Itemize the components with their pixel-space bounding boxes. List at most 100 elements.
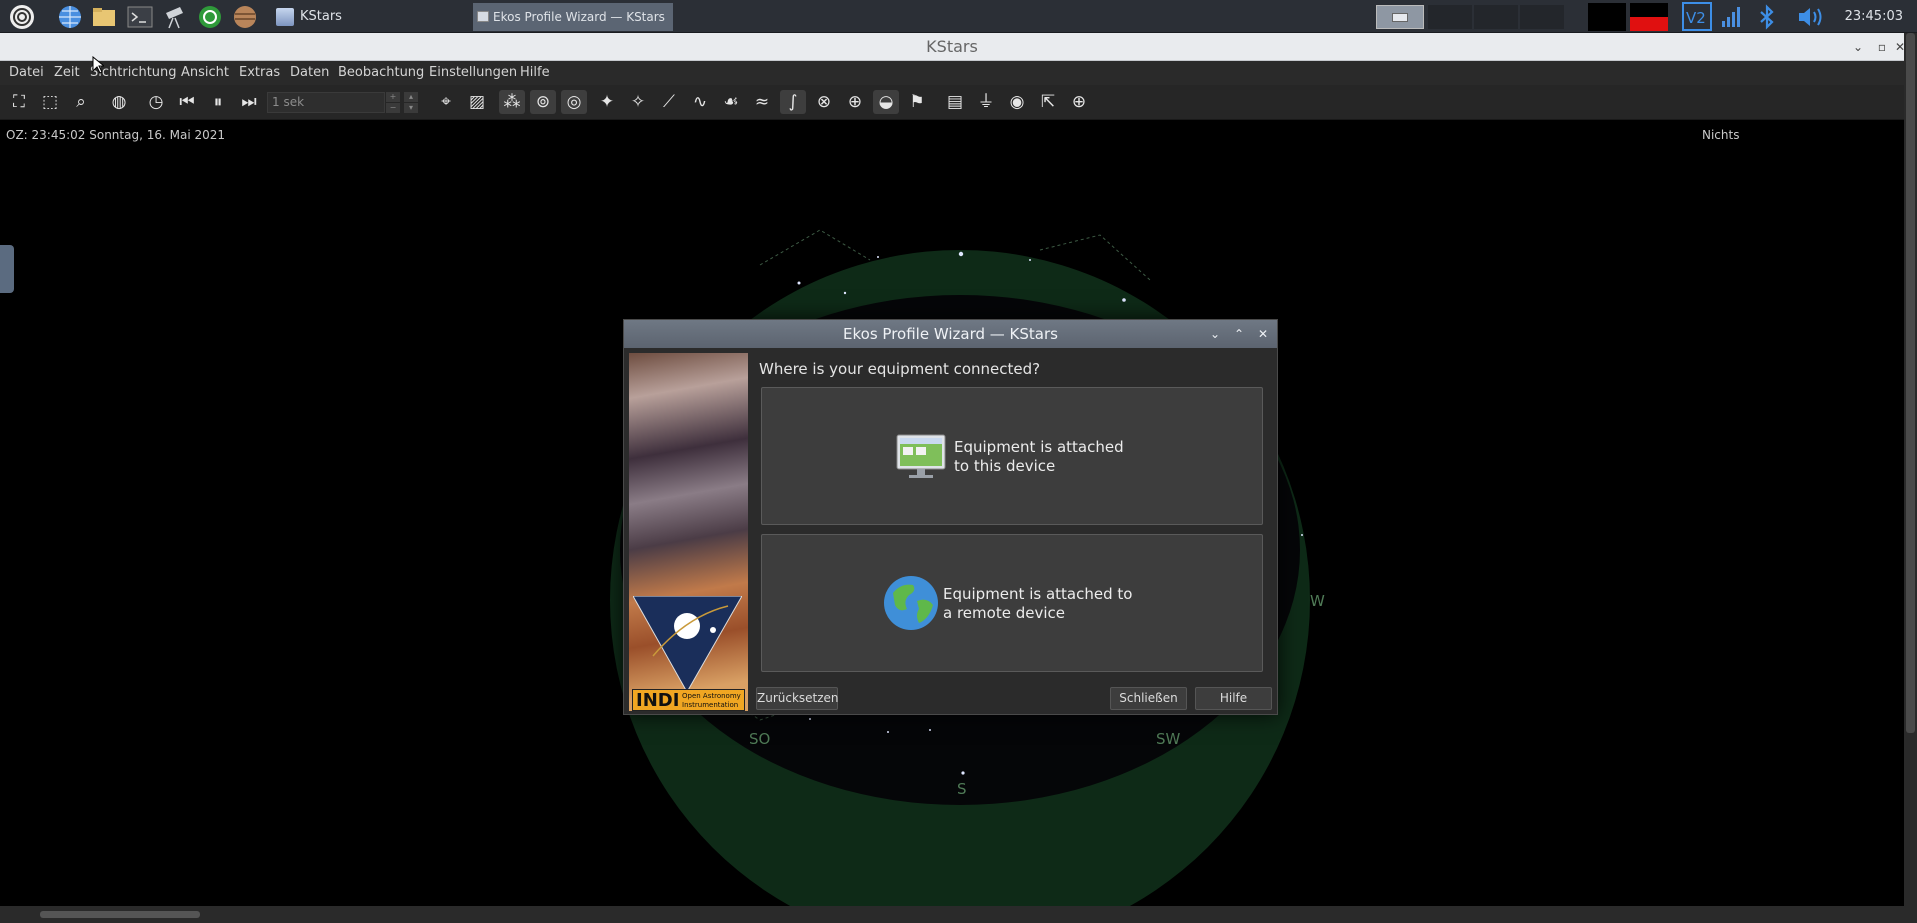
- minimize-button[interactable]: ⌄: [1848, 33, 1868, 61]
- crosshair-target-icon[interactable]: ⌖: [433, 90, 459, 114]
- step-forward-icon[interactable]: ⏭: [236, 90, 262, 114]
- star-sparkle-icon[interactable]: ✦: [594, 90, 620, 114]
- close-button[interactable]: Schließen: [1110, 687, 1187, 710]
- clock-icon[interactable]: ◷: [143, 90, 169, 114]
- constellation-names-icon[interactable]: ∿: [687, 90, 713, 114]
- ground-icon[interactable]: ◒: [873, 90, 899, 114]
- window-titlebar[interactable]: KStars ⌄ ▫ ✕: [0, 33, 1905, 61]
- menubar: Datei Zeit Sichtrichtung Ansicht Extras …: [0, 56, 1904, 85]
- window-icon: [477, 11, 489, 22]
- equipment-remote-label: Equipment is attached to a remote device: [943, 585, 1133, 622]
- dialog-minimize-icon[interactable]: ⌄: [1204, 320, 1226, 348]
- compass-southeast: SO: [749, 730, 771, 748]
- indi-logo-subtext: Open Astronomy Instrumentation: [682, 692, 741, 709]
- taskbar-task-label: Ekos Profile Wizard — KStars: [493, 10, 665, 24]
- equipment-local-button[interactable]: Equipment is attached to this device: [761, 387, 1263, 525]
- observation-log-icon[interactable]: ▤: [942, 90, 968, 114]
- menu-zeit[interactable]: Zeit: [54, 61, 80, 85]
- vnc-icon[interactable]: V2: [1682, 2, 1712, 31]
- pause-icon[interactable]: ⏸: [205, 90, 231, 114]
- menu-ansicht[interactable]: Ansicht: [181, 61, 229, 85]
- step-back-icon[interactable]: ⏮: [174, 90, 200, 114]
- equipment-local-label: Equipment is attached to this device: [954, 438, 1124, 475]
- milky-way-icon[interactable]: ∫: [780, 90, 806, 114]
- vertical-scrollbar[interactable]: [1904, 33, 1917, 923]
- menu-extras[interactable]: Extras: [239, 61, 280, 85]
- bluetooth-icon[interactable]: [1756, 4, 1778, 30]
- indi-logo-text: INDI: [636, 690, 680, 711]
- compass-south: S: [957, 780, 967, 798]
- target-icon[interactable]: ⊕: [1066, 90, 1092, 114]
- compass-west: W: [1310, 592, 1325, 610]
- indi-logo: INDI Open Astronomy Instrumentation: [632, 689, 745, 711]
- terminal-icon[interactable]: [127, 4, 153, 30]
- spin-down-icon[interactable]: −: [386, 103, 400, 113]
- globe-earth-icon: [884, 576, 938, 630]
- horizontal-grid-icon[interactable]: ⊕: [842, 90, 868, 114]
- spin-up-icon[interactable]: +: [386, 92, 400, 102]
- svg-text:V2: V2: [1686, 9, 1706, 27]
- taskbar: KStars Ekos Profile Wizard — KStars V2 2…: [0, 0, 1917, 33]
- help-button[interactable]: Hilfe: [1195, 687, 1272, 710]
- window-thumbnail: [1392, 13, 1408, 22]
- constellation-art-icon[interactable]: ☙: [718, 90, 744, 114]
- menu-einstellungen[interactable]: Einstellungen: [429, 61, 517, 85]
- menu-beobachtung[interactable]: Beobachtung: [338, 61, 424, 85]
- scroll-thumb[interactable]: [1906, 33, 1915, 733]
- zoom-fit-icon[interactable]: ⛶: [6, 90, 32, 114]
- search-icon[interactable]: ⌕: [68, 90, 94, 114]
- clock[interactable]: 23:45:03: [1845, 0, 1903, 33]
- mouse-cursor-icon: [92, 56, 104, 74]
- desktop-pager-3[interactable]: [1474, 5, 1518, 29]
- network-signal-icon[interactable]: [1720, 5, 1744, 29]
- taskbar-task-label: KStars: [300, 9, 342, 24]
- dialog-close-icon[interactable]: ✕: [1252, 320, 1274, 348]
- taskbar-task-kstars[interactable]: KStars: [272, 3, 462, 31]
- telescope-fov-icon[interactable]: ⏚: [973, 90, 999, 114]
- dialog-titlebar[interactable]: Ekos Profile Wizard — KStars ⌄ ⌃ ✕: [624, 320, 1277, 348]
- toolbar: ⛶ ⬚ ⌕ ◍ ◷ ⏮ ⏸ ⏭ 1 sek + − ▴ ▾ ⌖ ▨ ⁂ ⊚ ◎ …: [0, 85, 1904, 120]
- reset-button[interactable]: Zurücksetzen: [756, 687, 839, 710]
- maximize-button[interactable]: ▫: [1872, 33, 1892, 61]
- temperature-monitor: [1630, 3, 1668, 31]
- desktop-pager-4[interactable]: [1520, 5, 1564, 29]
- constellation-bounds-icon[interactable]: ≈: [749, 90, 775, 114]
- taskbar-task-ekos-wizard[interactable]: Ekos Profile Wizard — KStars: [473, 3, 673, 31]
- deep-sky-icon[interactable]: ⊚: [530, 90, 556, 114]
- image-icon[interactable]: ▨: [464, 90, 490, 114]
- file-manager-icon[interactable]: [91, 4, 117, 30]
- desktop-pager-1[interactable]: [1376, 5, 1424, 29]
- constellation-lines-icon[interactable]: ⟋: [656, 90, 682, 114]
- indi-emblem: [633, 596, 742, 692]
- equatorial-grid-icon[interactable]: ⊗: [811, 90, 837, 114]
- satellite-icon[interactable]: ✧: [625, 90, 651, 114]
- ekos-icon[interactable]: ⇱: [1035, 90, 1061, 114]
- telescope-icon[interactable]: [162, 4, 188, 30]
- planet-icon[interactable]: [232, 4, 258, 30]
- dialog-title: Ekos Profile Wizard — KStars: [843, 325, 1058, 343]
- menu-daten[interactable]: Daten: [290, 61, 329, 85]
- solar-system-icon[interactable]: ◎: [561, 90, 587, 114]
- time-step-field[interactable]: 1 sek: [267, 92, 385, 113]
- menu-hilfe[interactable]: Hilfe: [520, 61, 550, 85]
- raspberry-menu-icon[interactable]: [9, 4, 35, 30]
- volume-icon[interactable]: [1796, 4, 1826, 30]
- desktop-pager-2[interactable]: [1428, 5, 1472, 29]
- horizontal-scrollbar[interactable]: [0, 906, 1904, 923]
- time-step-value: 1 sek: [272, 95, 305, 109]
- eyepiece-view-icon[interactable]: ◉: [1004, 90, 1030, 114]
- menu-datei[interactable]: Datei: [9, 61, 44, 85]
- globe-icon[interactable]: ◍: [106, 90, 132, 114]
- compass-southwest: SW: [1156, 730, 1181, 748]
- dialog-maximize-icon[interactable]: ⌃: [1228, 320, 1250, 348]
- step-up-icon[interactable]: ▴: [404, 92, 418, 102]
- equipment-remote-button[interactable]: Equipment is attached to a remote device: [761, 534, 1263, 672]
- stars-icon[interactable]: ⁂: [499, 90, 525, 114]
- step-down-icon[interactable]: ▾: [404, 103, 418, 113]
- scroll-thumb[interactable]: [40, 911, 200, 918]
- browser-icon[interactable]: [57, 4, 83, 30]
- flags-icon[interactable]: ⚑: [904, 90, 930, 114]
- zoom-selection-icon[interactable]: ⬚: [37, 90, 63, 114]
- window-icon: [276, 8, 294, 26]
- indi-icon[interactable]: [197, 4, 223, 30]
